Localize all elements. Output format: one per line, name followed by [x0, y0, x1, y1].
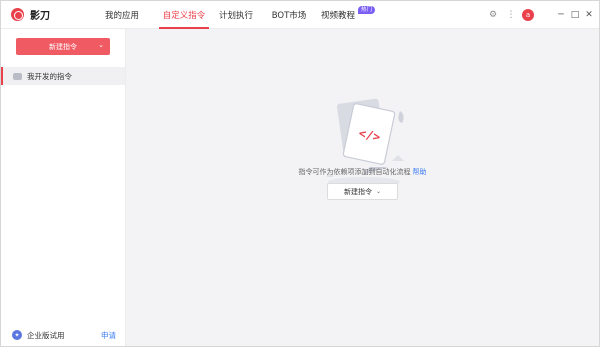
empty-state-illustration: </> [327, 98, 404, 187]
new-command-label: 新建指令 [49, 42, 77, 51]
new-command-main-label: 新建指令 [343, 187, 372, 196]
folder-icon [13, 72, 22, 80]
title-bar: 影刀 我的应用 自定义指令 计划执行 BOT市场 视频教程 热门 ⚙ ⋮ a ─… [1, 1, 599, 29]
close-icon[interactable]: ✕ [582, 8, 596, 22]
app-name: 影刀 [30, 11, 50, 22]
avatar[interactable]: a [522, 9, 534, 21]
tab-label: 计划执行 [218, 10, 253, 21]
more-icon[interactable]: ⋮ [504, 8, 518, 22]
new-command-button[interactable]: 新建指令 ⌄ [16, 38, 110, 55]
enterprise-trial: ✦ 企业版试用 申请 [1, 323, 125, 346]
apply-link[interactable]: 申请 [101, 330, 116, 341]
chevron-down-icon: ⌄ [375, 188, 382, 195]
tab-label: BOT市场 [271, 10, 307, 21]
hint-text: 指令可作为依赖项添加到自动化流程 [298, 168, 411, 176]
tab-video-tutorials[interactable]: 视频教程 热门 [315, 1, 375, 29]
sidebar: 新建指令 ⌄ 我开发的指令 ✦ 企业版试用 申请 [1, 29, 126, 346]
tab-label: 视频教程 [320, 10, 355, 21]
chevron-down-icon: ⌄ [98, 41, 104, 49]
empty-hint: 指令可作为依赖项添加到自动化流程 帮助 [126, 167, 599, 177]
tab-label: 我的应用 [104, 10, 139, 21]
app-logo-icon [11, 8, 24, 21]
main-content: </> 指令可作为依赖项添加到自动化流程 帮助 新建指令 ⌄ [126, 29, 599, 346]
sidebar-item-my-commands[interactable]: 我开发的指令 [1, 67, 125, 85]
tab-my-apps[interactable]: 我的应用 [85, 1, 159, 29]
maximize-icon[interactable]: □ [568, 8, 582, 22]
tab-scheduled[interactable]: 计划执行 [209, 1, 263, 29]
new-command-main-button[interactable]: 新建指令 ⌄ [327, 183, 398, 200]
tab-label: 自定义指令 [162, 10, 206, 21]
sidebar-item-label: 我开发的指令 [27, 71, 72, 81]
tab-custom-commands[interactable]: 自定义指令 [159, 1, 209, 29]
top-nav: 我的应用 自定义指令 计划执行 BOT市场 视频教程 热门 [85, 1, 375, 29]
minimize-icon[interactable]: ─ [554, 8, 568, 22]
app-window: 影刀 我的应用 自定义指令 计划执行 BOT市场 视频教程 热门 ⚙ ⋮ a ─… [0, 0, 600, 347]
tab-bot-market[interactable]: BOT市场 [263, 1, 315, 29]
enterprise-icon: ✦ [12, 330, 22, 340]
hot-badge: 热门 [357, 5, 375, 14]
brand: 影刀 [11, 7, 85, 22]
titlebar-controls: ⚙ ⋮ a ─ □ ✕ [486, 1, 599, 29]
help-link[interactable]: 帮助 [413, 168, 427, 176]
settings-icon[interactable]: ⚙ [486, 8, 500, 22]
enterprise-label: 企业版试用 [27, 330, 65, 340]
